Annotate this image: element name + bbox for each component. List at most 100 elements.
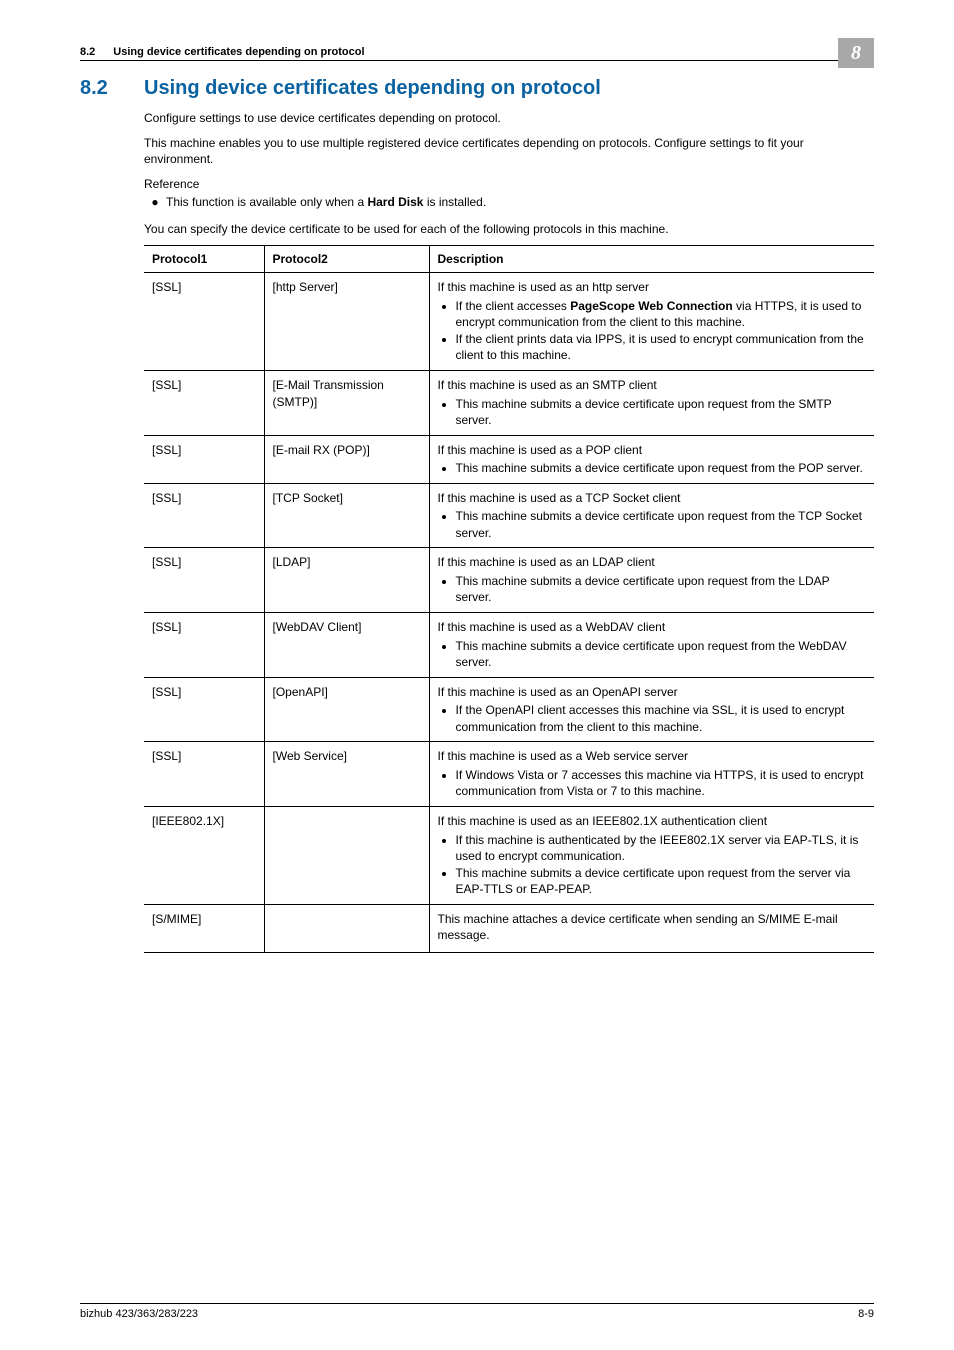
section-heading: 8.2 Using device certificates depending … — [80, 77, 874, 100]
page-footer: bizhub 423/363/283/223 8-9 — [80, 1303, 874, 1320]
cell-protocol1: [SSL] — [144, 677, 264, 742]
cell-protocol1: [S/MIME] — [144, 904, 264, 952]
cell-protocol2: [TCP Socket] — [264, 483, 429, 548]
description-bullet-list: This machine submits a device certificat… — [438, 460, 867, 477]
cell-protocol2: [OpenAPI] — [264, 677, 429, 742]
cell-protocol1: [SSL] — [144, 273, 264, 371]
bullet-pre: This machine submits a device certificat… — [456, 574, 830, 605]
reference-bullet: ● This function is available only when a… — [144, 194, 874, 211]
description-intro: If this machine is used as a WebDAV clie… — [438, 619, 867, 636]
bullet-bold: PageScope Web Connection — [570, 299, 732, 313]
table-row: [SSL][LDAP] If this machine is used as an… — [144, 548, 874, 613]
reference-bullet-pre: This function is available only when a — [166, 195, 367, 209]
intro-paragraph-2: This machine enables you to use multiple… — [144, 135, 874, 168]
cell-description: If this machine is used as a TCP Socket … — [429, 483, 874, 548]
description-bullet: If this machine is authenticated by the … — [456, 832, 867, 865]
reference-bullet-bold: Hard Disk — [367, 195, 423, 209]
cell-protocol2: [http Server] — [264, 273, 429, 371]
description-bullet: This machine submits a device certificat… — [456, 460, 867, 477]
table-row: [SSL][WebDAV Client] If this machine is u… — [144, 613, 874, 678]
table-row: [IEEE802.1X] If this machine is used as a… — [144, 806, 874, 904]
table-row: [SSL][Web Service] If this machine is use… — [144, 742, 874, 807]
cell-description: If this machine is used as an LDAP clien… — [429, 548, 874, 613]
cell-protocol1: [SSL] — [144, 613, 264, 678]
description-bullet: This machine submits a device certificat… — [456, 638, 867, 671]
cell-description: If this machine is used as an SMTP clien… — [429, 371, 874, 436]
lead-in-paragraph: You can specify the device certificate t… — [144, 221, 874, 238]
description-intro: If this machine is used as an LDAP clien… — [438, 554, 867, 571]
description-intro: If this machine is used as a Web service… — [438, 748, 867, 765]
cell-description: If this machine is used as an OpenAPI se… — [429, 677, 874, 742]
cell-description: This machine attaches a device certifica… — [429, 904, 874, 952]
header-section-number: 8.2 — [80, 46, 95, 58]
description-bullet-list: This machine submits a device certificat… — [438, 396, 867, 429]
description-bullet: This machine submits a device certificat… — [456, 573, 867, 606]
chapter-number-badge: 8 — [838, 38, 874, 68]
cell-protocol1: [SSL] — [144, 371, 264, 436]
description-intro: If this machine is used as an SMTP clien… — [438, 377, 867, 394]
description-intro: If this machine is used as an http serve… — [438, 279, 867, 296]
description-bullet-list: If the OpenAPI client accesses this mach… — [438, 702, 867, 735]
description-intro: If this machine is used as a TCP Socket … — [438, 490, 867, 507]
cell-protocol2: [E-Mail Transmission (SMTP)] — [264, 371, 429, 436]
intro-paragraph-1: Configure settings to use device certifi… — [144, 110, 874, 127]
cell-protocol1: [SSL] — [144, 483, 264, 548]
description-bullet-list: This machine submits a device certificat… — [438, 508, 867, 541]
running-header: 8.2 Using device certificates depending … — [80, 46, 874, 61]
footer-product: bizhub 423/363/283/223 — [80, 1308, 198, 1320]
cell-protocol2 — [264, 904, 429, 952]
description-intro: If this machine is used as a POP client — [438, 442, 867, 459]
cell-protocol1: [IEEE802.1X] — [144, 806, 264, 904]
description-intro: If this machine is used as an OpenAPI se… — [438, 684, 867, 701]
cell-description: If this machine is used as an IEEE802.1X… — [429, 806, 874, 904]
col-header-protocol1: Protocol1 — [144, 246, 264, 273]
description-intro: This machine attaches a device certifica… — [438, 911, 867, 944]
bullet-pre: This machine submits a device certificat… — [456, 397, 832, 428]
description-bullet-list: This machine submits a device certificat… — [438, 638, 867, 671]
description-bullet: This machine submits a device certificat… — [456, 508, 867, 541]
bullet-pre: If Windows Vista or 7 accesses this mach… — [456, 768, 864, 799]
table-row: [SSL][OpenAPI] If this machine is used as… — [144, 677, 874, 742]
bullet-pre: This machine submits a device certificat… — [456, 461, 863, 475]
cell-protocol2: [WebDAV Client] — [264, 613, 429, 678]
description-intro: If this machine is used as an IEEE802.1X… — [438, 813, 867, 830]
reference-bullet-post: is installed. — [423, 195, 486, 209]
cell-description: If this machine is used as a Web service… — [429, 742, 874, 807]
description-bullet: This machine submits a device certificat… — [456, 865, 867, 898]
description-bullet-list: If Windows Vista or 7 accesses this mach… — [438, 767, 867, 800]
table-row: [SSL][E-Mail Transmission (SMTP)] If this… — [144, 371, 874, 436]
bullet-pre: If the OpenAPI client accesses this mach… — [456, 703, 845, 734]
cell-protocol2 — [264, 806, 429, 904]
bullet-dot-icon: ● — [144, 194, 166, 211]
cell-description: If this machine is used as a POP client T… — [429, 435, 874, 483]
cell-protocol2: [E-mail RX (POP)] — [264, 435, 429, 483]
description-bullet: If the client accesses PageScope Web Con… — [456, 298, 867, 331]
cell-protocol1: [SSL] — [144, 548, 264, 613]
table-row: [SSL][http Server] If this machine is use… — [144, 273, 874, 371]
table-row: [SSL][E-mail RX (POP)]If this machine is… — [144, 435, 874, 483]
table-header-row: Protocol1 Protocol2 Description — [144, 246, 874, 273]
cell-protocol2: [LDAP] — [264, 548, 429, 613]
section-number: 8.2 — [80, 77, 144, 100]
cell-protocol2: [Web Service] — [264, 742, 429, 807]
description-bullet-list: If the client accesses PageScope Web Con… — [438, 298, 867, 364]
table-row: [S/MIME] This machine attaches a device c… — [144, 904, 874, 952]
cell-protocol1: [SSL] — [144, 742, 264, 807]
col-header-protocol2: Protocol2 — [264, 246, 429, 273]
cell-description: If this machine is used as an http serve… — [429, 273, 874, 371]
description-bullet-list: If this machine is authenticated by the … — [438, 832, 867, 898]
cell-protocol1: [SSL] — [144, 435, 264, 483]
header-title: Using device certificates depending on p… — [113, 46, 364, 58]
cell-description: If this machine is used as a WebDAV clie… — [429, 613, 874, 678]
description-bullet: If the client prints data via IPPS, it i… — [456, 331, 867, 364]
description-bullet: This machine submits a device certificat… — [456, 396, 867, 429]
bullet-pre: This machine submits a device certificat… — [456, 509, 862, 540]
description-bullet: If Windows Vista or 7 accesses this mach… — [456, 767, 867, 800]
reference-label: Reference — [144, 176, 874, 193]
description-bullet: If the OpenAPI client accesses this mach… — [456, 702, 867, 735]
col-header-description: Description — [429, 246, 874, 273]
bullet-pre: If the client accesses — [456, 299, 571, 313]
bullet-pre: This machine submits a device certificat… — [456, 639, 847, 670]
bullet-pre: If the client prints data via IPPS, it i… — [456, 332, 864, 363]
section-title-text: Using device certificates depending on p… — [144, 77, 601, 100]
